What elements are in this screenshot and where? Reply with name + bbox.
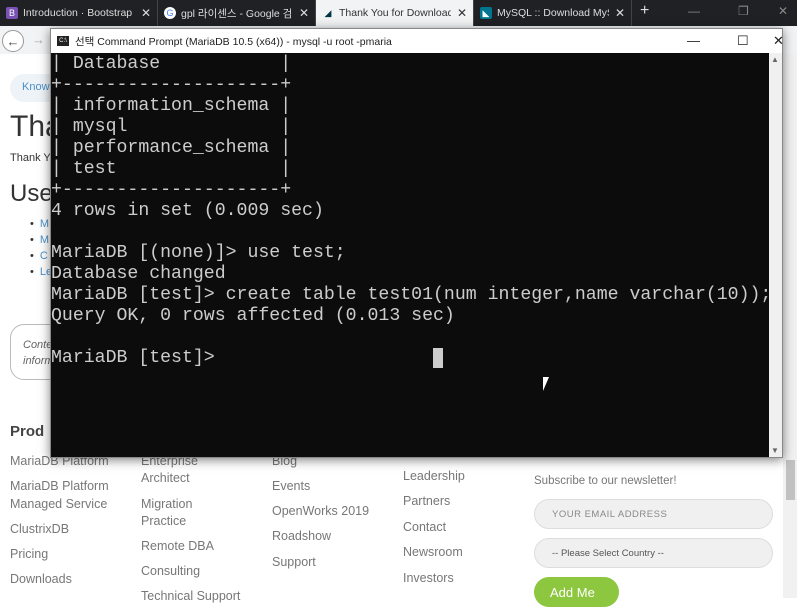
footer-link[interactable]: Remote DBA bbox=[141, 538, 214, 555]
console-line: | test | bbox=[51, 159, 292, 179]
console-maximize-button[interactable]: ☐ bbox=[737, 33, 749, 49]
close-icon[interactable]: ✕ bbox=[457, 6, 467, 20]
footer-link[interactable]: Downloads bbox=[10, 571, 72, 588]
footer-link[interactable]: Migration bbox=[141, 496, 192, 513]
console-output[interactable]: | Database | +--------------------+ | info… bbox=[51, 53, 769, 457]
console-title-bar[interactable]: C:\ 선택 Command Prompt (MariaDB 10.5 (x64… bbox=[51, 29, 784, 53]
footer-link[interactable]: Support bbox=[272, 554, 316, 571]
footer-link[interactable]: Investors bbox=[403, 570, 454, 587]
console-line: MariaDB [(none)]> use test; bbox=[51, 243, 346, 263]
country-select[interactable]: -- Please Select Country -- bbox=[534, 538, 773, 568]
add-me-button[interactable]: Add Me bbox=[534, 577, 619, 607]
footer-link[interactable]: Contact bbox=[403, 519, 446, 536]
console-icon: C:\ bbox=[57, 36, 69, 46]
console-close-button[interactable]: ✕ bbox=[773, 33, 784, 49]
console-line: +--------------------+ bbox=[51, 180, 292, 200]
console-line: Database changed bbox=[51, 264, 226, 284]
list-link[interactable]: M bbox=[30, 232, 52, 248]
console-lines: | Database | +--------------------+ | info… bbox=[51, 54, 769, 369]
products-heading: Prod bbox=[10, 423, 45, 440]
console-line: MariaDB [test]> create table test01(num … bbox=[51, 285, 769, 305]
footer-link[interactable]: Leadership bbox=[403, 468, 465, 485]
console-line: Query OK, 0 rows affected (0.013 sec) bbox=[51, 306, 455, 326]
console-line: | Database | bbox=[51, 54, 292, 74]
google-icon: G bbox=[164, 7, 176, 19]
restore-button[interactable]: ❐ bbox=[738, 4, 749, 18]
forward-button[interactable]: → bbox=[32, 32, 45, 47]
tab-bootstrap[interactable]: B Introduction · Bootstrap v ✕ bbox=[0, 0, 158, 26]
list-link[interactable]: Le bbox=[30, 264, 52, 280]
section-heading: Use bbox=[10, 180, 53, 207]
close-icon[interactable]: ✕ bbox=[615, 6, 625, 20]
footer-link[interactable]: Newsroom bbox=[403, 544, 463, 561]
console-line: | performance_schema | bbox=[51, 138, 292, 158]
footer-link[interactable]: Technical Support bbox=[141, 588, 240, 605]
email-input[interactable]: YOUR EMAIL ADDRESS bbox=[534, 499, 773, 529]
footer-link[interactable]: Managed Service bbox=[10, 496, 107, 513]
page-scrollbar[interactable] bbox=[783, 54, 797, 598]
footer-link[interactable]: Architect bbox=[141, 470, 190, 487]
console-line: 4 rows in set (0.009 sec) bbox=[51, 201, 324, 221]
console-title: 선택 Command Prompt (MariaDB 10.5 (x64)) -… bbox=[75, 35, 392, 48]
footer-link[interactable]: Practice bbox=[141, 513, 186, 530]
footer-link[interactable]: Partners bbox=[403, 493, 450, 510]
tab-label: MySQL :: Download MySC bbox=[497, 7, 609, 19]
console-minimize-button[interactable]: — bbox=[687, 33, 700, 48]
mysql-dolphin-icon: ◣ bbox=[480, 7, 492, 19]
footer-link[interactable]: Consulting bbox=[141, 563, 200, 580]
console-line: +--------------------+ bbox=[51, 75, 292, 95]
mouse-pointer-icon bbox=[543, 377, 549, 391]
list-link[interactable]: C bbox=[30, 248, 52, 264]
close-icon[interactable]: ✕ bbox=[299, 6, 309, 20]
tab-label: Introduction · Bootstrap v bbox=[23, 7, 135, 19]
bootstrap-icon: B bbox=[6, 7, 18, 19]
footer-link[interactable]: Roadshow bbox=[272, 528, 331, 545]
list-link[interactable]: M bbox=[30, 216, 52, 232]
tab-google[interactable]: Ggpl 라이센스 - Google 검 ✕ bbox=[158, 0, 316, 26]
console-scrollbar[interactable]: ▲ ▼ bbox=[769, 53, 782, 457]
close-window-button[interactable]: ✕ bbox=[778, 4, 788, 18]
footer-link[interactable]: Events bbox=[272, 478, 310, 495]
tab-bar: B Introduction · Bootstrap v ✕ Ggpl 라이센스 -… bbox=[0, 0, 797, 26]
tab-label: Thank You for Downloadi bbox=[339, 7, 451, 19]
tab-mysql[interactable]: ◣ MySQL :: Download MySC ✕ bbox=[474, 0, 632, 26]
minimize-button[interactable]: — bbox=[688, 4, 700, 18]
console-line: MariaDB [test]> bbox=[51, 348, 215, 368]
tab-mariadb[interactable]: ◢ Thank You for Downloadi ✕ bbox=[316, 0, 474, 26]
console-line: | mysql | bbox=[51, 117, 292, 137]
newsletter-label: Subscribe to our newsletter! bbox=[534, 475, 677, 487]
lead-text: Thank Y bbox=[10, 152, 51, 164]
page-scrollbar-thumb[interactable] bbox=[786, 460, 795, 500]
mariadb-seal-icon: ◢ bbox=[324, 7, 332, 18]
footer-link[interactable]: MariaDB Platform bbox=[10, 478, 109, 495]
scroll-up-icon[interactable]: ▲ bbox=[771, 55, 779, 64]
command-prompt-window[interactable]: C:\ 선택 Command Prompt (MariaDB 10.5 (x64… bbox=[50, 28, 784, 458]
link-list: M M C Le bbox=[30, 216, 52, 280]
new-tab-button[interactable]: + bbox=[640, 2, 649, 20]
scroll-down-icon[interactable]: ▼ bbox=[771, 446, 779, 455]
back-button[interactable]: ← bbox=[2, 30, 24, 52]
tab-label: gpl 라이센스 - Google 검 bbox=[181, 7, 293, 20]
footer-link[interactable]: OpenWorks 2019 bbox=[272, 503, 369, 520]
console-line: | information_schema | bbox=[51, 96, 292, 116]
footer-link[interactable]: Pricing bbox=[10, 546, 48, 563]
footer-link[interactable]: ClustrixDB bbox=[10, 521, 69, 538]
close-icon[interactable]: ✕ bbox=[141, 6, 151, 20]
text-cursor bbox=[433, 348, 443, 368]
